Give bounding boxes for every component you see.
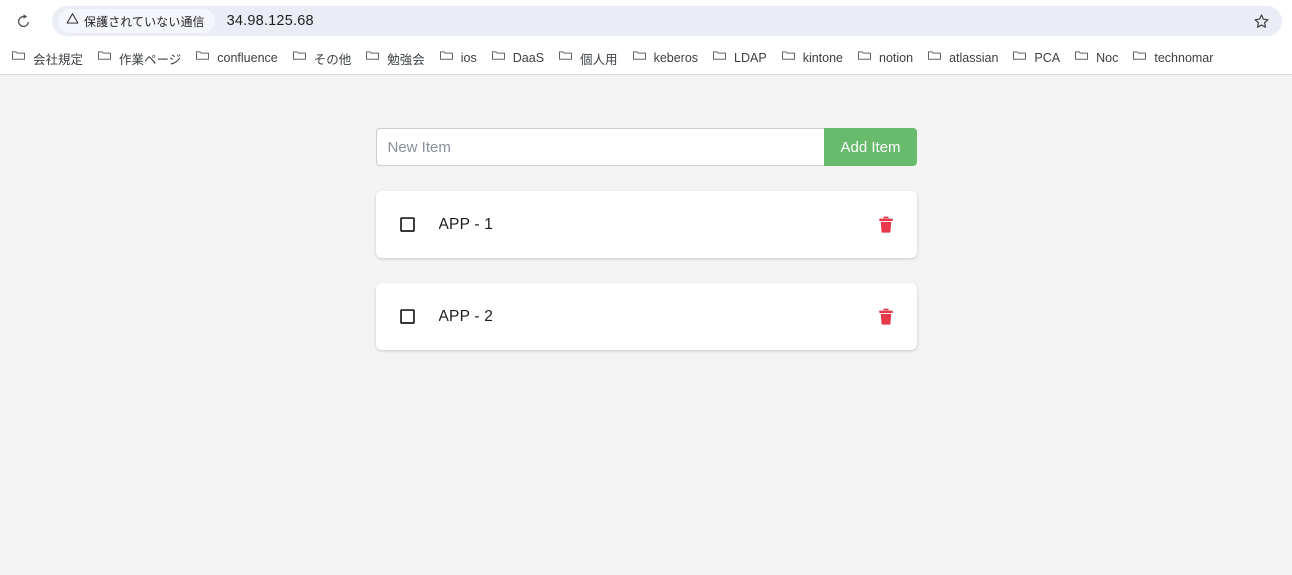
folder-icon: [857, 48, 872, 68]
bookmark-item[interactable]: ios: [432, 46, 484, 70]
bookmark-label: kintone: [802, 51, 844, 65]
address-bar[interactable]: 保護されていない通信 34.98.125.68: [52, 6, 1282, 36]
folder-icon: [195, 48, 210, 68]
folder-icon: [927, 48, 942, 68]
browser-chrome: 保護されていない通信 34.98.125.68 会社規定 作業ページ confl…: [0, 0, 1292, 74]
bookmark-item[interactable]: atlassian: [920, 46, 1005, 70]
bookmark-label: keberos: [653, 51, 699, 65]
new-item-input[interactable]: [375, 128, 825, 166]
bookmark-label: DaaS: [512, 51, 545, 65]
add-item-form: Add Item: [375, 128, 917, 166]
todo-app: Add Item APP - 1: [375, 75, 917, 350]
folder-icon: [1132, 48, 1147, 68]
not-secure-warning-icon: [66, 12, 79, 30]
bookmark-star-icon: [1253, 13, 1270, 30]
bookmark-label: 作業ページ: [119, 52, 182, 67]
bookmark-label: 会社規定: [33, 52, 84, 67]
trash-icon: [878, 216, 894, 233]
security-status-label: 保護されていない通信: [84, 14, 205, 29]
bookmark-label: その他: [313, 52, 352, 67]
bookmark-item[interactable]: LDAP: [705, 46, 774, 70]
item-label: APP - 2: [438, 307, 494, 325]
add-item-button[interactable]: Add Item: [824, 128, 917, 166]
folder-icon: [1012, 48, 1027, 68]
item-checkbox[interactable]: [398, 215, 418, 235]
delete-item-button[interactable]: [874, 213, 898, 237]
folder-icon: [439, 48, 454, 68]
bookmark-label: PCA: [1034, 51, 1061, 65]
bookmark-label: atlassian: [949, 51, 999, 65]
folder-icon: [712, 48, 727, 68]
bookmark-label: notion: [879, 51, 914, 65]
bookmark-label: ios: [460, 51, 477, 65]
trash-icon: [878, 308, 894, 325]
bookmark-item[interactable]: その他: [285, 46, 359, 70]
folder-icon: [558, 48, 573, 68]
bookmark-item[interactable]: 会社規定: [4, 46, 90, 70]
bookmark-label: confluence: [217, 51, 278, 65]
bookmark-item[interactable]: 個人用: [551, 46, 625, 70]
page-viewport: Add Item APP - 1: [0, 74, 1292, 575]
bookmark-item[interactable]: confluence: [188, 46, 284, 70]
folder-icon: [11, 48, 26, 68]
browser-toolbar: 保護されていない通信 34.98.125.68: [0, 0, 1292, 42]
bookmark-star-button[interactable]: [1246, 6, 1276, 36]
bookmarks-bar: 会社規定 作業ページ confluence その他 勉強会 ios DaaS 個…: [0, 42, 1292, 74]
bookmark-item[interactable]: 作業ページ: [90, 46, 188, 70]
bookmark-item[interactable]: Noc: [1067, 46, 1125, 70]
folder-icon: [1074, 48, 1089, 68]
bookmark-label: 個人用: [580, 52, 618, 67]
bookmark-label: technomar: [1154, 51, 1214, 65]
folder-icon: [491, 48, 506, 68]
reload-button[interactable]: [6, 4, 40, 38]
bookmark-item[interactable]: keberos: [625, 46, 705, 70]
delete-item-button[interactable]: [874, 305, 898, 329]
address-bar-url: 34.98.125.68: [226, 13, 314, 29]
bookmark-item[interactable]: technomar: [1125, 46, 1220, 70]
folder-icon: [365, 48, 380, 68]
reload-icon: [15, 13, 32, 30]
bookmark-item[interactable]: DaaS: [484, 46, 551, 70]
list-item[interactable]: APP - 2: [375, 283, 917, 350]
bookmark-item[interactable]: PCA: [1005, 46, 1067, 70]
list-item[interactable]: APP - 1: [375, 191, 917, 258]
bookmark-item[interactable]: kintone: [774, 46, 850, 70]
folder-icon: [781, 48, 796, 68]
bookmark-label: LDAP: [734, 51, 767, 65]
item-list: APP - 1 APP - 2: [375, 191, 917, 350]
bookmark-label: Noc: [1096, 51, 1119, 65]
bookmark-item[interactable]: notion: [850, 46, 920, 70]
folder-icon: [292, 48, 307, 68]
folder-icon: [632, 48, 647, 68]
security-status-chip[interactable]: 保護されていない通信: [58, 9, 215, 33]
bookmark-item[interactable]: 勉強会: [358, 46, 432, 70]
item-label: APP - 1: [438, 215, 494, 233]
folder-icon: [97, 48, 112, 68]
bookmark-label: 勉強会: [387, 52, 425, 67]
item-checkbox[interactable]: [398, 307, 418, 327]
